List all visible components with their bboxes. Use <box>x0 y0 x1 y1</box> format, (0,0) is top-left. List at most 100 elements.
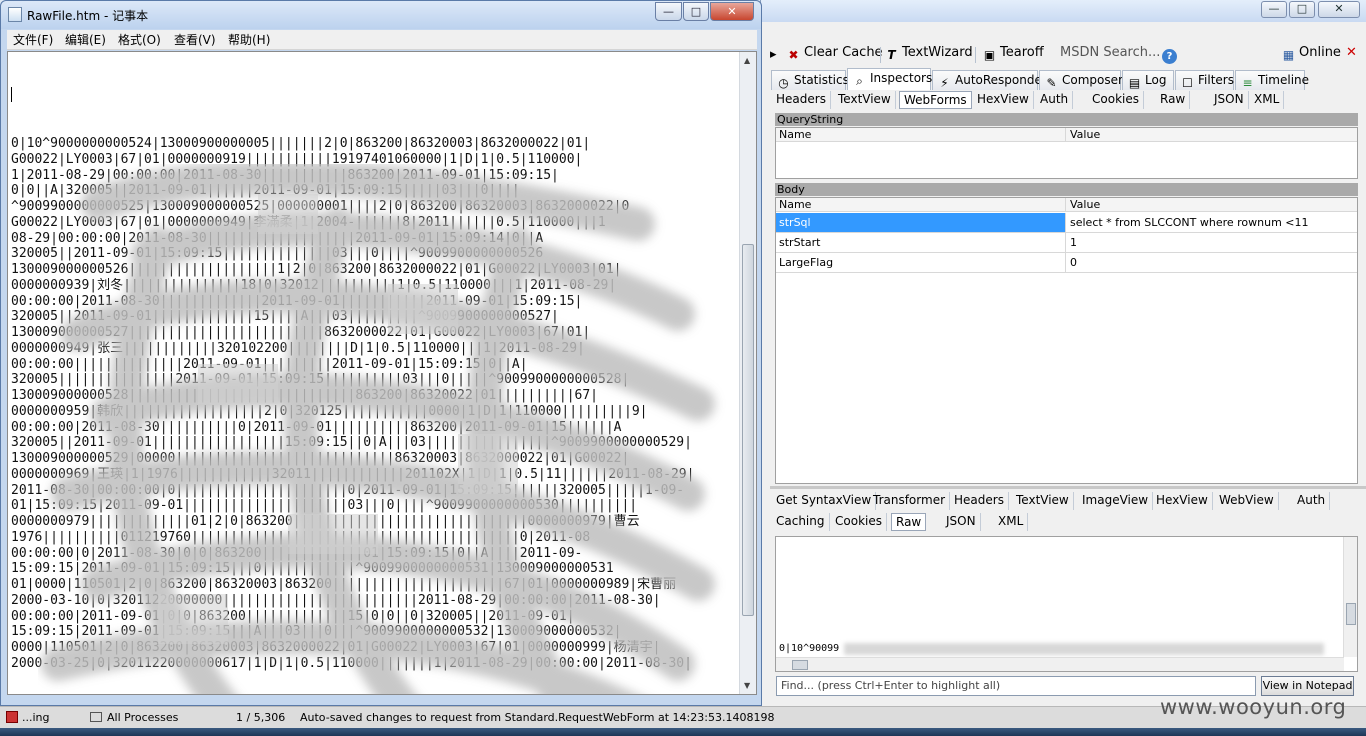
process-filter-label: All Processes <box>107 711 179 724</box>
notepad-close-button[interactable]: ✕ <box>710 2 754 21</box>
response-raw-textarea[interactable]: 0|10^90099 <box>775 536 1358 672</box>
msdn-search-input[interactable]: MSDN Search... <box>1060 44 1160 62</box>
req-tab-auth[interactable]: Auth <box>1036 91 1074 109</box>
resp-tab-imageview[interactable]: ImageView <box>1078 492 1154 510</box>
text-line: 0000000949|张三||||||||||||320102200||||||… <box>11 340 585 356</box>
text-line: 0|10^9000000000524|13000900000005|||||||… <box>11 136 591 151</box>
resp-tab-syntaxview[interactable]: Get SyntaxView <box>772 492 877 510</box>
text-line: 00:00:00|2011-08-30||||||||||0|2011-09-0… <box>11 419 622 435</box>
notepad-vscroll-thumb[interactable] <box>742 244 754 616</box>
body-row-value[interactable]: select * from SLCCONT where rownum <11 <box>1067 213 1357 232</box>
tab-log[interactable]: ▤ Log <box>1122 70 1174 90</box>
menu-format[interactable]: 格式(O) <box>118 32 161 48</box>
fiddler-close-button[interactable]: ✕ <box>1318 1 1360 18</box>
notepad-vscrollbar[interactable]: ▲ ▼ <box>739 52 756 694</box>
tab-label: Log <box>1145 73 1167 87</box>
tab-timeline[interactable]: ≡ Timeline <box>1235 70 1309 90</box>
body-row-value[interactable]: 0 <box>1067 253 1357 272</box>
body-header: Body <box>775 183 1358 196</box>
tab-composer[interactable]: ✎ Composer <box>1039 70 1123 90</box>
response-vscroll-thumb[interactable] <box>1346 603 1356 625</box>
tab-statistics[interactable]: ◷ Statistics <box>771 70 849 90</box>
response-hscroll-thumb[interactable] <box>792 660 808 670</box>
req-tab-cookies[interactable]: Cookies <box>1088 91 1144 109</box>
text-line: 00:00:00|0|2011-08-30|0|0|863200||||||||… <box>11 545 583 561</box>
resp-tab-json[interactable]: JSON <box>942 513 981 531</box>
resp-tab-cookies[interactable]: Cookies <box>831 513 887 531</box>
tab-filters[interactable]: ☐ Filters <box>1175 70 1234 90</box>
req-tab-xml[interactable]: XML <box>1250 91 1285 109</box>
scroll-up-arrow-icon[interactable]: ▲ <box>744 56 750 65</box>
tab-autoresponder[interactable]: ⚡ AutoResponder <box>932 70 1047 90</box>
fiddler-minimize-button[interactable]: — <box>1261 1 1287 18</box>
notepad-titlebar[interactable]: RawFile.htm - 记事本 — □ ✕ <box>1 1 761 29</box>
resp-tab-webview[interactable]: WebView <box>1215 492 1279 510</box>
req-tab-webforms[interactable]: WebForms <box>899 91 972 109</box>
tearoff-button[interactable]: ▣ Tearoff <box>982 44 1044 62</box>
resp-tab-headers[interactable]: Headers <box>950 492 1009 510</box>
help-icon: ? <box>1162 49 1177 64</box>
resp-tab-xml[interactable]: XML <box>994 513 1029 531</box>
fiddler-titlebar: — □ ✕ <box>761 0 1366 22</box>
querystring-col-value[interactable]: Value <box>1067 128 1357 142</box>
windows-taskbar[interactable] <box>0 728 1366 736</box>
capturing-indicator[interactable]: ...ing <box>6 707 50 728</box>
response-hscrollbar[interactable] <box>776 657 1344 671</box>
redacted-region <box>844 643 1324 655</box>
text-line: 15:09:15|2011-09-01|15:09:15|||0||||||||… <box>11 561 614 577</box>
notepad-text-area[interactable]: 0|10^9000000000524|13000900000005|||||||… <box>7 51 757 695</box>
toolbar-close-icon[interactable]: ✕ <box>1346 44 1357 62</box>
req-tab-raw[interactable]: Raw <box>1156 91 1191 109</box>
notepad-app-icon <box>8 7 22 22</box>
text-line: G00022|LY0003|67|01|0000000949|李滿柔|1|200… <box>11 214 606 230</box>
fiddler-maximize-button[interactable]: □ <box>1289 1 1315 18</box>
online-indicator[interactable]: ▦ Online <box>1281 44 1341 62</box>
response-vscrollbar[interactable] <box>1343 537 1357 657</box>
clear-cache-button[interactable]: ✖ Clear Cache <box>786 44 882 62</box>
textwizard-label: TextWizard <box>902 45 973 60</box>
text-line: 320005||2011-09-01|||||||||||||15||||A||… <box>11 309 559 325</box>
resp-tab-raw[interactable]: Raw <box>891 513 927 531</box>
tab-inspectors[interactable]: ⌕ Inspectors <box>847 68 932 90</box>
process-filter[interactable]: All Processes <box>90 707 178 728</box>
notepad-minimize-button[interactable]: — <box>655 2 682 21</box>
resp-tab-transformer[interactable]: Transformer <box>869 492 951 510</box>
notepad-maximize-button[interactable]: □ <box>683 2 709 21</box>
table-row[interactable]: strStart 1 <box>776 233 1357 253</box>
resp-tab-textview[interactable]: TextView <box>1012 492 1074 510</box>
table-row[interactable]: strSql select * from SLCCONT where rownu… <box>776 213 1357 233</box>
view-in-notepad-button[interactable]: View in Notepad <box>1261 676 1354 696</box>
menu-edit[interactable]: 编辑(E) <box>65 32 106 48</box>
querystring-grid[interactable]: Name Value <box>775 127 1358 179</box>
req-tab-textview[interactable]: TextView <box>834 91 896 109</box>
querystring-col-name[interactable]: Name <box>776 128 1066 142</box>
body-grid[interactable]: Name Value strSql select * from SLCCONT … <box>775 197 1358 484</box>
req-tab-hexview[interactable]: HexView <box>973 91 1034 109</box>
notepad-window: RawFile.htm - 记事本 — □ ✕ 文件(F) 编辑(E) 格式(O… <box>0 0 762 706</box>
tab-label: AutoResponder <box>955 73 1047 87</box>
resp-tab-caching[interactable]: Caching <box>772 513 830 531</box>
text-line: 130009000000526|||||||||||||||||||1|2|0|… <box>11 262 622 277</box>
req-tab-headers[interactable]: Headers <box>772 91 831 109</box>
inspector-splitter[interactable] <box>770 486 1366 489</box>
toolbar-overflow-icon[interactable]: ▸ <box>770 46 777 64</box>
menu-file[interactable]: 文件(F) <box>13 32 53 48</box>
help-button[interactable]: ? <box>1162 44 1180 64</box>
scroll-down-arrow-icon[interactable]: ▼ <box>744 681 750 690</box>
req-tab-json[interactable]: JSON <box>1210 91 1249 109</box>
text-line: 01|0000|110501|2|0|863200|86320003|86320… <box>11 577 677 592</box>
text-line: 2000-03-25|0|32011220000000617|1|D|1|0.5… <box>11 655 692 671</box>
resp-tab-auth[interactable]: Auth <box>1293 492 1331 510</box>
text-line: 320005||2011-09-01|15:09:15|||||||||||||… <box>11 246 544 262</box>
body-row-value[interactable]: 1 <box>1067 233 1357 252</box>
textwizard-button[interactable]: T TextWizard <box>884 44 973 62</box>
table-row[interactable]: LargeFlag 0 <box>776 253 1357 273</box>
resp-tab-hexview[interactable]: HexView <box>1152 492 1213 510</box>
menu-help[interactable]: 帮助(H) <box>228 32 270 48</box>
menu-view[interactable]: 查看(V) <box>174 32 216 48</box>
find-input[interactable]: Find... (press Ctrl+Enter to highlight a… <box>776 676 1256 696</box>
body-col-value[interactable]: Value <box>1067 198 1357 212</box>
text-line: 0000000959|韩欣||||||||||||||||||2|0|32012… <box>11 403 648 419</box>
body-col-name[interactable]: Name <box>776 198 1066 212</box>
tab-label: Filters <box>1198 73 1234 87</box>
